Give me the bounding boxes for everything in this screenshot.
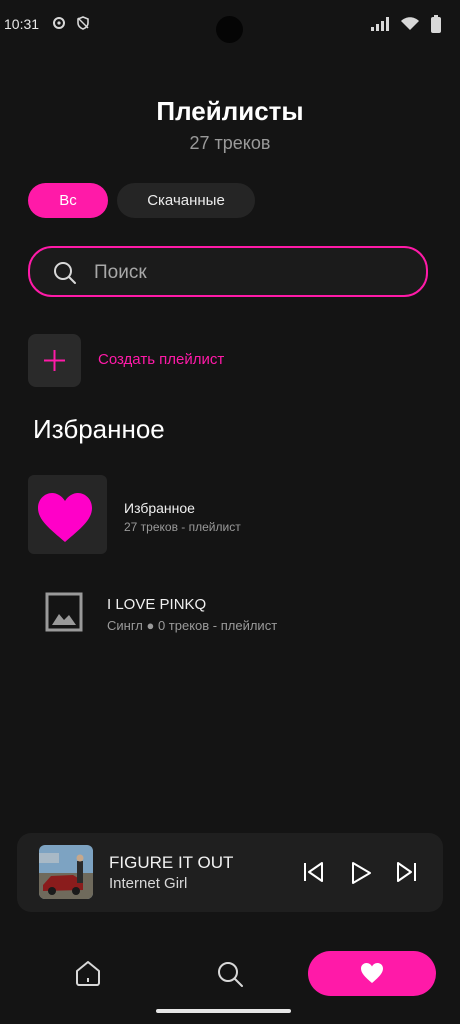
skip-next-icon[interactable] (395, 861, 417, 888)
shield-status-icon (76, 16, 90, 35)
create-playlist-button[interactable] (28, 334, 81, 387)
wifi-icon (400, 17, 420, 36)
album-cover[interactable] (39, 845, 93, 899)
playlist-meta: Сингл ● 0 треков - плейлист (107, 618, 278, 633)
favorites-cover[interactable] (28, 475, 107, 554)
filter-chip-all[interactable]: Вс (28, 183, 108, 218)
section-title: Избранное (33, 414, 165, 444)
status-bar: 10:31 (0, 0, 460, 50)
search-icon (53, 261, 77, 290)
home-indicator[interactable] (156, 1009, 291, 1013)
nav-favorites-button[interactable] (308, 951, 436, 996)
filter-chip-all-label: Вс (59, 192, 77, 209)
search-nav-icon[interactable] (216, 960, 244, 993)
search-field[interactable] (28, 246, 428, 297)
filter-chip-downloaded[interactable]: Скачанные (117, 183, 255, 218)
battery-icon (430, 15, 442, 38)
home-icon[interactable] (73, 958, 103, 993)
settings-status-icon (52, 16, 66, 35)
status-time: 10:31 (4, 16, 40, 32)
page-title: Плейлисты (156, 96, 304, 126)
playlist-name[interactable]: Избранное (124, 500, 195, 516)
heart-nav-icon (361, 963, 383, 983)
plus-icon (44, 350, 65, 371)
playlist-meta: 27 треков - плейлист (124, 520, 241, 534)
play-icon[interactable] (349, 861, 373, 890)
create-playlist-label[interactable]: Создать плейлист (98, 351, 224, 368)
image-placeholder-icon[interactable] (45, 592, 83, 637)
camera-cutout (216, 16, 243, 43)
search-input[interactable] (92, 258, 396, 288)
track-artist: Internet Girl (109, 875, 188, 892)
page-subtitle: 27 треков (189, 133, 271, 153)
heart-icon (38, 493, 92, 542)
filter-chip-downloaded-label: Скачанные (147, 192, 225, 209)
track-title: FIGURE IT OUT (109, 853, 234, 872)
now-playing-bar[interactable]: FIGURE IT OUT Internet Girl (17, 833, 443, 912)
signal-icon (370, 17, 390, 36)
playlist-name[interactable]: I LOVE PINKQ (107, 596, 206, 613)
skip-previous-icon[interactable] (303, 861, 325, 888)
